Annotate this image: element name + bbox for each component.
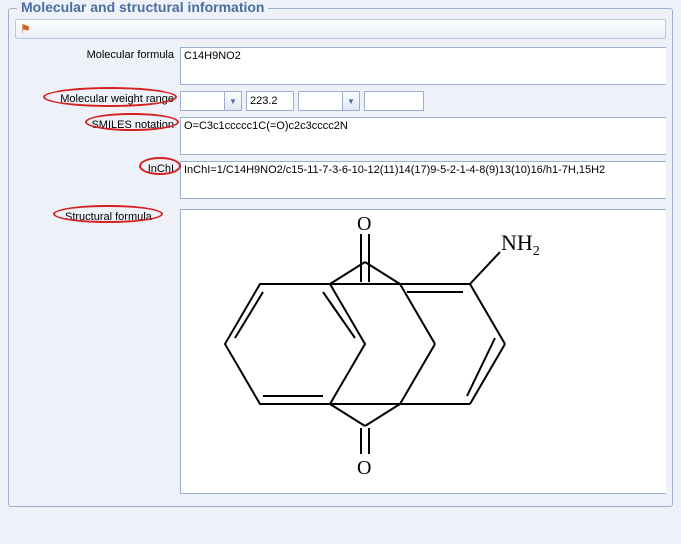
molecular-formula-input[interactable] bbox=[180, 47, 666, 85]
label-smiles: SMILES notation bbox=[91, 119, 174, 131]
label-structural-formula: Structural formula bbox=[65, 211, 152, 223]
weight-extra-input[interactable] bbox=[364, 91, 424, 111]
oxygen-bottom-label: O bbox=[357, 457, 371, 479]
oxygen-top-label: O bbox=[357, 214, 371, 235]
smiles-input[interactable] bbox=[180, 117, 666, 155]
chevron-down-icon[interactable]: ▼ bbox=[224, 91, 242, 111]
molecular-structural-section: Molecular and structural information ⚑ M… bbox=[8, 8, 673, 507]
chevron-down-icon[interactable]: ▼ bbox=[342, 91, 360, 111]
row-molecular-formula: Molecular formula bbox=[15, 47, 666, 85]
weight-low-input[interactable] bbox=[180, 91, 224, 111]
row-structural-formula: Structural formula bbox=[15, 209, 666, 494]
flag-toolbar: ⚑ bbox=[15, 19, 666, 39]
row-smiles: SMILES notation bbox=[15, 117, 666, 155]
label-molecular-weight-range: Molecular weight range bbox=[60, 93, 174, 105]
inchi-input[interactable] bbox=[180, 161, 666, 199]
row-inchi: InChI bbox=[15, 161, 666, 199]
section-title: Molecular and structural information bbox=[17, 0, 268, 15]
nh2-label: NH2 bbox=[501, 230, 540, 259]
structural-formula-image: O O NH2 bbox=[180, 209, 666, 494]
weight-high-input[interactable] bbox=[298, 91, 342, 111]
label-inchi: InChI bbox=[148, 163, 174, 175]
flag-icon[interactable]: ⚑ bbox=[20, 22, 31, 36]
weight-value-input[interactable] bbox=[246, 91, 294, 111]
label-molecular-formula: Molecular formula bbox=[15, 47, 180, 61]
molecule-diagram: O O NH2 bbox=[185, 214, 645, 484]
weight-low-combo[interactable]: ▼ bbox=[180, 91, 242, 111]
weight-high-combo[interactable]: ▼ bbox=[298, 91, 360, 111]
row-molecular-weight-range: Molecular weight range ▼ ▼ bbox=[15, 91, 666, 111]
